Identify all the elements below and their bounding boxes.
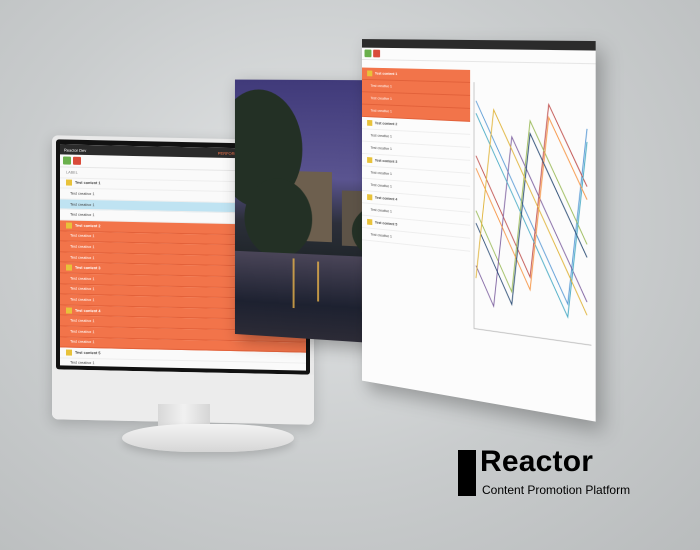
list-item-label: Test content 3 (75, 265, 101, 271)
list-item-label: Test creative 1 (70, 202, 95, 207)
chart-series-line (476, 113, 587, 319)
list-item-label: Test creative 1 (70, 191, 95, 197)
content-badge-icon (367, 70, 373, 77)
list-item-label: Test content 2 (75, 223, 101, 229)
list-item-label: Test creative 1 (370, 108, 392, 114)
list-item-label: Test creative 1 (70, 244, 95, 250)
content-badge-icon (367, 157, 373, 164)
list-item-label: Test content 4 (75, 308, 101, 313)
list-item-label: Test creative 1 (370, 145, 392, 151)
chart-series-line (476, 131, 587, 314)
list-item-label: Test creative 1 (370, 182, 392, 189)
delete-button[interactable] (73, 156, 81, 165)
content-badge-icon (367, 218, 373, 226)
list-item-label: Test content 1 (75, 181, 101, 186)
add-button[interactable] (63, 156, 71, 165)
app-title: Reactor Dev (64, 147, 87, 153)
list-item-label: Test content 4 (374, 195, 398, 202)
content-badge-icon (66, 307, 72, 314)
tree-shape (244, 177, 313, 260)
list-item-label: Test creative 1 (70, 286, 95, 292)
list-item-label: Test content 3 (374, 158, 398, 164)
chart-series-line (476, 114, 587, 296)
list-item-label: Test content 5 (75, 350, 101, 356)
sheet-content-list: Test content 1 Test creative 1 Test creati… (361, 67, 471, 252)
sheet-delete-button[interactable] (373, 49, 381, 58)
list-item-label: Test creative 1 (70, 329, 95, 334)
list-item-label: Test creative 1 (70, 233, 95, 239)
list-item-label: Test content 5 (374, 220, 398, 227)
content-badge-icon (66, 179, 72, 187)
brand-logo-bar (458, 450, 476, 496)
list-item-label: Test creative 1 (370, 207, 392, 214)
list-item-label: Test creative 1 (70, 255, 95, 260)
app-screenshot-sheet: Test content 1 Test creative 1 Test creati… (361, 39, 596, 422)
chart-axis (474, 82, 591, 345)
content-badge-icon (367, 194, 373, 201)
content-badge-icon (66, 349, 72, 356)
sheet-add-button[interactable] (364, 49, 372, 58)
brand-title: Reactor (480, 445, 594, 478)
list-item-label: Test creative 1 (70, 212, 95, 218)
content-badge-icon (66, 222, 72, 229)
list-item-label: Test creative 1 (70, 339, 95, 345)
list-item-label: Test creative 1 (370, 232, 392, 239)
light-reflection (292, 258, 295, 309)
list-item-label: Test content 1 (374, 71, 398, 77)
list-item-label: Test creative 1 (370, 133, 392, 139)
list-item-label: Test creative 1 (70, 276, 95, 281)
list-item-label: Test creative 1 (370, 170, 392, 177)
list-item-label: Test creative 1 (370, 83, 392, 89)
light-reflection (317, 261, 320, 302)
list-item-label: Test creative 1 (370, 96, 392, 101)
list-item-label: Test content 2 (374, 121, 398, 127)
performance-line-chart (472, 80, 591, 356)
list-item-label: Test creative 1 (70, 297, 95, 303)
list-item-label: Test creative 1 (70, 361, 95, 366)
brand-subtitle: Content Promotion Platform (482, 483, 631, 497)
monitor-stand-foot (122, 424, 294, 452)
content-badge-icon (66, 264, 72, 271)
list-item-label: Test creative 1 (70, 318, 95, 324)
sheet-toolbar (361, 47, 596, 65)
content-badge-icon (367, 119, 373, 126)
